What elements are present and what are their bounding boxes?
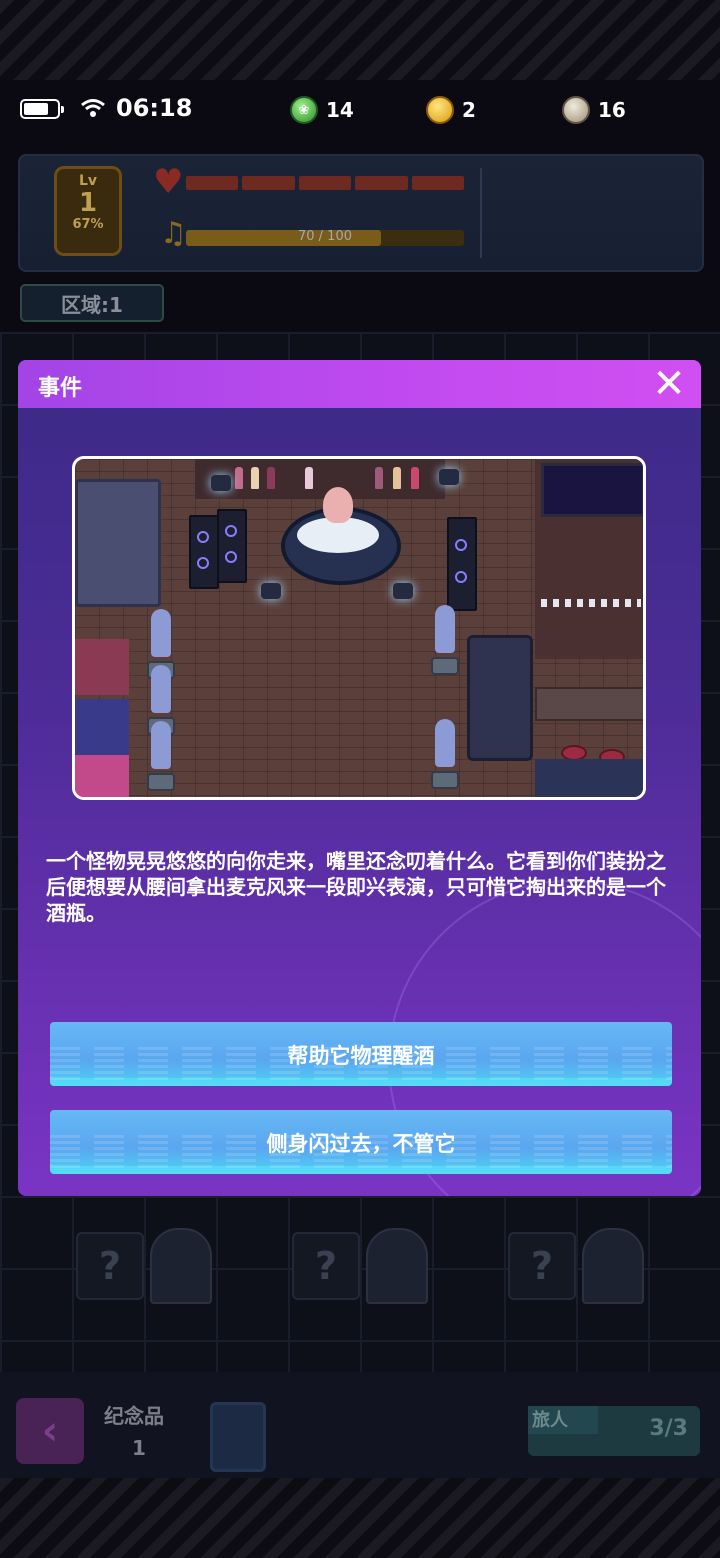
zone-label: 区域:1	[20, 284, 164, 322]
leaf-coin-counter[interactable]: ❀ 14	[290, 94, 354, 126]
top-decoration	[0, 0, 720, 80]
door-tile[interactable]	[366, 1228, 428, 1304]
potted-plant	[147, 721, 175, 791]
leaf-coin-value: 14	[326, 98, 354, 122]
souvenir-card-icon[interactable]	[210, 1402, 266, 1472]
health-bar	[186, 176, 465, 190]
dialog-header: 事件 ✕	[18, 360, 701, 408]
table	[535, 687, 643, 721]
choice-label: 帮助它物理醒酒	[287, 1044, 435, 1068]
spotlight	[439, 469, 459, 485]
choice-button-ignore[interactable]: 侧身闪过去，不管它	[50, 1110, 672, 1174]
speaker	[447, 517, 477, 611]
armchair	[467, 635, 533, 761]
mystery-tile[interactable]: ?	[292, 1232, 360, 1300]
potted-plant	[431, 719, 459, 789]
wifi-icon	[81, 99, 105, 117]
spotlight	[261, 583, 281, 599]
traveler-label: 旅人	[528, 1406, 598, 1434]
bottom-decoration	[0, 1478, 720, 1558]
monster-character	[323, 487, 353, 523]
traveler-panel[interactable]: 旅人 3/3	[528, 1406, 700, 1456]
gold-coin-icon	[426, 96, 454, 124]
silver-coin-counter[interactable]: 16	[562, 94, 626, 126]
bottom-bar: ‹ 纪念品 1 旅人 3/3	[0, 1372, 720, 1478]
dialog-title: 事件	[38, 376, 83, 401]
speaker	[217, 509, 247, 583]
back-button[interactable]: ‹	[16, 1398, 84, 1464]
level-badge: Lv 1 67%	[54, 166, 122, 256]
battery-icon	[20, 99, 64, 119]
choice-label: 侧身闪过去，不管它	[266, 1132, 456, 1156]
speaker	[189, 515, 219, 589]
potted-plant	[431, 605, 459, 675]
leaf-coin-icon: ❀	[290, 96, 318, 124]
gold-coin-counter[interactable]: 2	[426, 94, 476, 126]
door-tile[interactable]	[582, 1228, 644, 1304]
spotlight	[211, 475, 231, 491]
close-icon[interactable]: ✕	[651, 364, 687, 404]
guitar-icon: ♫	[160, 216, 187, 251]
status-time: 06:18	[116, 94, 193, 122]
event-illustration	[72, 456, 646, 800]
sofa	[75, 479, 161, 607]
xp-bar: 70 / 100	[186, 229, 464, 246]
silver-coin-icon	[562, 96, 590, 124]
choice-button-help[interactable]: 帮助它物理醒酒	[50, 1022, 672, 1086]
spotlight	[393, 583, 413, 599]
level-label: Lv	[78, 173, 98, 189]
level-value: 1	[78, 188, 98, 218]
silver-coin-value: 16	[598, 98, 626, 122]
souvenir-label: 纪念品	[104, 1404, 164, 1428]
mystery-tile[interactable]: ?	[508, 1232, 576, 1300]
bottle-shelf	[195, 459, 445, 499]
level-percent: 67%	[72, 217, 104, 232]
gold-coin-value: 2	[462, 98, 476, 122]
tv-screen	[541, 463, 643, 517]
status-bar: 06:18 ❀ 14 2 16	[0, 84, 720, 136]
souvenir-count: 1	[132, 1436, 146, 1460]
event-dialog: 事件 ✕ 一个怪物晃晃悠悠的向你走来，嘴里还念叨着什么。它看到你们装扮之后便想要…	[18, 360, 701, 1196]
bar-counter	[535, 459, 643, 659]
event-description: 一个怪物晃晃悠悠的向你走来，嘴里还念叨着什么。它看到你们装扮之后便想要从腰间拿出…	[46, 849, 666, 925]
mystery-tile[interactable]: ?	[76, 1232, 144, 1300]
heart-icon: ♥	[153, 162, 184, 202]
door-tile[interactable]	[150, 1228, 212, 1304]
xp-text: 70 / 100	[298, 229, 352, 244]
player-hud: Lv 1 67% ♥ ♫ 70 / 100	[18, 154, 704, 272]
traveler-value: 3/3	[649, 1416, 688, 1441]
